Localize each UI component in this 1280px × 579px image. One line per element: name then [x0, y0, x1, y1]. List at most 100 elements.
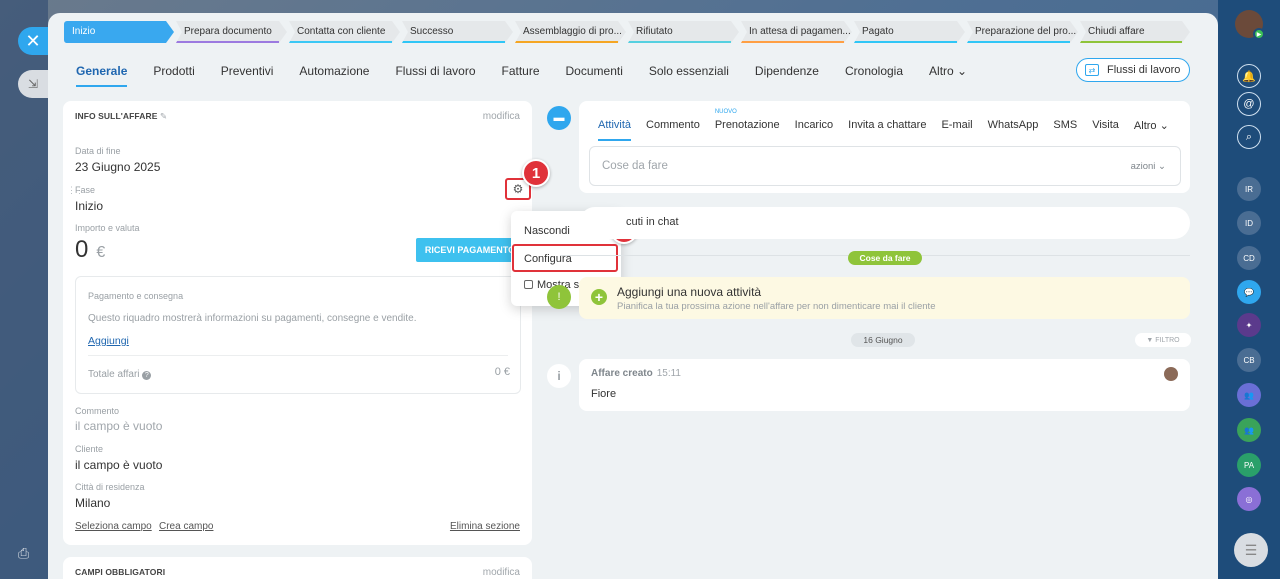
print-icon[interactable]: ⎙ [18, 545, 36, 563]
close-icon: ✕ [25, 30, 41, 51]
edit-link[interactable]: modifica [483, 111, 520, 122]
stage-value[interactable]: Inizio [75, 199, 103, 213]
rail-contact-cb[interactable]: CB [1237, 348, 1261, 372]
stage-color-bar [64, 41, 166, 43]
rail-group-green-icon[interactable]: 👥 [1237, 418, 1261, 442]
amount-value[interactable]: 0 € [75, 236, 105, 264]
delete-section-link[interactable]: Elimina sezione [450, 521, 520, 532]
rail-chat-icon[interactable]: 💬 [1237, 280, 1261, 304]
activity-tab-9[interactable]: Visita [1092, 119, 1119, 132]
stage-1[interactable]: Inizio [64, 21, 174, 43]
todo-pill: Cose da fare [848, 251, 922, 265]
required-edit-link[interactable]: modifica [483, 567, 520, 578]
minimize-slider-button[interactable]: ⇲ [18, 70, 48, 98]
client-value[interactable]: il campo è vuoto [75, 458, 162, 472]
activity-tab-10[interactable]: Altro ⌄ [1134, 119, 1169, 132]
activity-tab-4[interactable]: Incarico [795, 119, 834, 132]
pencil-icon[interactable]: ✎ [160, 111, 167, 121]
payment-box-title: Pagamento e consegna [88, 291, 184, 301]
tab-1[interactable]: Generale [76, 63, 127, 87]
stage-10[interactable]: Chiudi affare [1080, 21, 1190, 43]
activity-tab-label: Invita a chattare [848, 119, 927, 131]
close-slider-button[interactable]: ✕ [18, 27, 48, 55]
tab-8[interactable]: Solo essenziali [649, 63, 729, 87]
plus-icon[interactable]: + [591, 289, 607, 305]
end-date-label: Data di fine [75, 146, 121, 156]
deal-slider-panel: Inizio Prepara documento Contatta con clie… [48, 13, 1218, 579]
stage-4[interactable]: Successo [402, 21, 513, 43]
rail-contact-cd[interactable]: CD [1237, 246, 1261, 270]
new-activity-desc: Pianifica la tua prossima azione nell'af… [617, 301, 936, 312]
rail-contact-id[interactable]: ID [1237, 211, 1261, 235]
rail-group-icon[interactable]: 👥 [1237, 383, 1261, 407]
rail-contact-pa[interactable]: PA [1237, 453, 1261, 477]
add-payment-link[interactable]: Aggiungi [88, 335, 129, 347]
menu-hide[interactable]: Nascondi [524, 225, 570, 237]
chat-row[interactable]: cuti in chat [579, 207, 1190, 239]
stage-label: Prepara documento [184, 26, 272, 37]
comment-value[interactable]: il campo è vuoto [75, 419, 162, 433]
open-chat-button[interactable]: ☰ [1234, 533, 1268, 567]
activity-tab-label: E-mail [941, 119, 973, 131]
stage-label: Fase [75, 185, 96, 195]
always-show-checkbox[interactable] [524, 280, 533, 289]
todo-input[interactable]: Cose da fare azioni ⌄ [589, 146, 1181, 186]
stage-3[interactable]: Contatta con cliente [289, 21, 400, 43]
activity-tab-8[interactable]: SMS [1053, 119, 1077, 132]
stage-9[interactable]: Preparazione del pro... [967, 21, 1078, 43]
stage-2[interactable]: Prepara documento [176, 21, 287, 43]
create-field-link[interactable]: Crea campo [159, 521, 213, 532]
notifications-bell-icon[interactable]: 🔔 [1237, 64, 1261, 88]
at-mention-icon[interactable]: @ [1237, 92, 1261, 116]
activity-tab-7[interactable]: WhatsApp [988, 119, 1039, 132]
select-field-link[interactable]: Seleziona campo [75, 521, 152, 532]
activity-tab-label: Incarico [794, 119, 834, 131]
activity-tab-label: Commento [646, 119, 700, 131]
stage-color-bar [741, 41, 844, 43]
new-activity-card[interactable]: + Aggiungi una nuova attività Pianifica … [579, 277, 1190, 319]
stage-color-bar [854, 41, 957, 43]
field-settings-gear-icon[interactable]: ⚙ [510, 181, 526, 197]
stage-7[interactable]: In attesa di pagamen... [741, 21, 852, 43]
activity-tab-1[interactable]: Attività [598, 119, 632, 141]
stage-color-bar [176, 41, 279, 43]
card-title: INFO SULL'AFFARE ✎ [75, 111, 168, 121]
workflows-button[interactable]: ⇄ Flussi di lavoro [1076, 58, 1190, 82]
tab-9[interactable]: Dipendenze [755, 63, 819, 87]
total-deals-value: 0 € [494, 366, 510, 378]
help-icon[interactable]: ? [142, 371, 152, 380]
new-activity-title: Aggiungi una nuova attività [617, 285, 762, 299]
stage-color-bar [1080, 41, 1182, 43]
author-avatar[interactable] [1164, 367, 1178, 381]
stage-6[interactable]: Rifiutato [628, 21, 739, 43]
todo-timeline-icon: ! [547, 285, 571, 309]
tab-2[interactable]: Prodotti [153, 63, 194, 87]
actions-dropdown[interactable]: azioni ⌄ [1131, 161, 1166, 172]
tab-7[interactable]: Documenti [566, 63, 623, 87]
city-value[interactable]: Milano [75, 496, 110, 510]
tab-11[interactable]: Altro ⌄ [929, 63, 967, 87]
activity-tab-5[interactable]: Invita a chattare [848, 119, 926, 132]
activity-tab-2[interactable]: Commento [646, 119, 700, 132]
rail-contact-ir[interactable]: IR [1237, 177, 1261, 201]
tab-3[interactable]: Preventivi [221, 63, 274, 87]
search-chat-icon[interactable]: ⌕ [1237, 125, 1261, 149]
activity-tab-label: Altro ⌄ [1133, 120, 1169, 132]
tab-10[interactable]: Cronologia [845, 63, 903, 87]
online-status-icon: ▶ [1253, 28, 1265, 40]
activity-tab-3[interactable]: Prenotazione NUOVO [715, 109, 780, 132]
filter-button[interactable]: ▼ FILTRO [1135, 333, 1191, 347]
activity-tab-6[interactable]: E-mail [941, 119, 972, 132]
new-badge: NUOVO [714, 109, 737, 115]
tab-5[interactable]: Flussi di lavoro [395, 63, 475, 87]
end-date-value[interactable]: 23 Giugno 2025 [75, 160, 160, 174]
user-avatar[interactable]: ▶ [1235, 10, 1265, 40]
tab-4[interactable]: Automazione [299, 63, 369, 87]
receive-payment-button[interactable]: RICEVI PAGAMENTO [416, 238, 524, 262]
rail-app-icon[interactable]: ✦ [1237, 313, 1261, 337]
rail-copilot-icon[interactable]: ◎ [1237, 487, 1261, 511]
stage-5[interactable]: Assemblaggio di pro... [515, 21, 626, 43]
stage-8[interactable]: Pagato [854, 21, 965, 43]
activity-bubble-icon: ▬ [547, 106, 571, 130]
tab-6[interactable]: Fatture [502, 63, 540, 87]
